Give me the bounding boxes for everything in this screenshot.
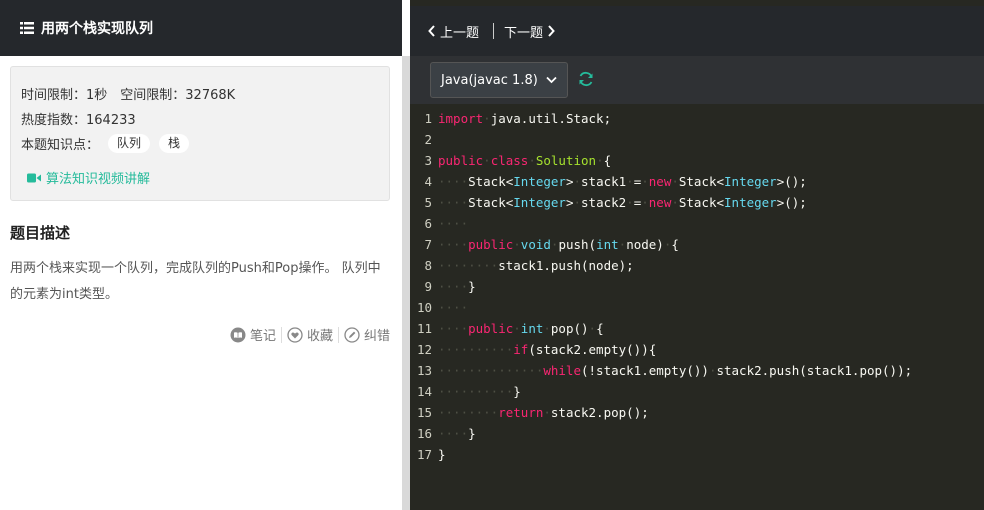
line-number: 11 (416, 321, 432, 336)
limits-row: 时间限制：1秒 空间限制：32768K (21, 81, 389, 106)
line-number: 17 (416, 447, 432, 462)
line-number: 14 (416, 384, 432, 399)
code-line: 10 ···· (410, 297, 984, 318)
code-line: 14 ··········} (410, 381, 984, 402)
panel-divider-scrollbar[interactable] (402, 56, 410, 510)
line-number: 2 (424, 132, 432, 147)
problem-actions: 笔记 收藏 纠错 (230, 325, 390, 344)
language-value: Java(javac 1.8) (441, 72, 538, 88)
line-number: 9 (424, 279, 432, 294)
language-select[interactable]: Java(javac 1.8) (430, 62, 568, 98)
report-error-button[interactable]: 纠错 (344, 325, 390, 344)
space-limit: 空间限制：32768K (120, 88, 236, 103)
chevron-left-icon (428, 25, 435, 37)
line-number: 8 (424, 258, 432, 273)
line-number: 16 (416, 426, 432, 441)
code-line: 17} (410, 444, 984, 465)
code-line: 13 ··············while(!stack1.empty())·s… (410, 360, 984, 381)
book-icon (230, 327, 246, 342)
description-title: 题目描述 (10, 224, 71, 242)
code-line: 5 ····Stack<Integer>·stack2·=·new·Stack<I… (410, 192, 984, 213)
problem-header: 用两个栈实现队列 (0, 0, 402, 56)
tag-stack[interactable]: 栈 (159, 134, 190, 153)
code-line: 1 import·java.util.Stack; (410, 108, 984, 129)
line-number: 7 (424, 237, 432, 252)
line-number: 13 (416, 363, 432, 378)
chevron-right-icon (548, 25, 555, 37)
line-number: 6 (424, 216, 432, 231)
tag-queue[interactable]: 队列 (108, 134, 151, 153)
line-number: 5 (424, 195, 432, 210)
code-line: 4 ····Stack<Integer>·stack1·=·new·Stack<I… (410, 171, 984, 192)
heat-index: 热度指数：164233 (21, 113, 136, 128)
code-line: 9 ····} (410, 276, 984, 297)
line-number: 4 (424, 174, 432, 189)
report-error-label: 纠错 (363, 329, 390, 344)
pencil-icon (344, 326, 360, 343)
line-number: 3 (424, 153, 432, 168)
code-line: 16 ····} (410, 423, 984, 444)
next-problem-button[interactable]: 下一题 (504, 22, 555, 41)
note-label: 笔记 (249, 329, 276, 344)
code-line: 11 ····public·int·pop()·{ (410, 318, 984, 339)
line-number: 10 (416, 300, 432, 315)
problem-info-box: 时间限制：1秒 空间限制：32768K 热度指数：164233 本题知识点： 队… (10, 66, 390, 201)
knowledge-label: 本题知识点： (21, 138, 100, 153)
code-line: 7 ····public·void·push(int·node)·{ (410, 234, 984, 255)
code-line: 3 public·class·Solution·{ (410, 150, 984, 171)
code-editor[interactable]: 1 import·java.util.Stack; 2 3 public·class… (410, 108, 984, 465)
problem-panel: 用两个栈实现队列 时间限制：1秒 空间限制：32768K 热度指数：164233… (0, 0, 402, 510)
refresh-icon[interactable] (577, 70, 595, 88)
editor-panel: 上一题 下一题 Java(javac 1.8) 1 import·java.uti… (410, 0, 984, 510)
knowledge-row: 本题知识点： 队列 栈 (21, 131, 389, 156)
line-number: 15 (416, 405, 432, 420)
code-line: 8 ········stack1.push(node); (410, 255, 984, 276)
video-lecture-link[interactable]: 算法知识视频讲解 (21, 168, 389, 187)
editor-toolbar: Java(javac 1.8) (410, 56, 984, 104)
note-button[interactable]: 笔记 (230, 325, 276, 344)
problem-title: 用两个栈实现队列 (41, 21, 153, 37)
code-line: 15 ········return·stack2.pop(); (410, 402, 984, 423)
code-line: 6 ···· (410, 213, 984, 234)
video-lecture-label: 算法知识视频讲解 (46, 172, 151, 187)
prev-problem-label: 上一题 (440, 25, 480, 41)
list-icon (20, 22, 34, 34)
code-line: 12 ··········if(stack2.empty()){ (410, 339, 984, 360)
chevron-down-icon (546, 76, 557, 84)
favorite-label: 收藏 (306, 329, 333, 344)
heat-row: 热度指数：164233 (21, 106, 389, 131)
next-problem-label: 下一题 (504, 25, 544, 41)
heart-icon (287, 326, 303, 343)
problem-navigation: 上一题 下一题 (410, 6, 984, 56)
prev-problem-button[interactable]: 上一题 (428, 22, 479, 41)
description-text: 用两个栈来实现一个队列，完成队列的Push和Pop操作。 队列中的元素为int类… (10, 261, 381, 302)
favorite-button[interactable]: 收藏 (287, 325, 333, 344)
line-number: 12 (416, 342, 432, 357)
line-number: 1 (424, 111, 432, 126)
video-camera-icon (27, 173, 41, 182)
code-line: 2 (410, 129, 984, 150)
time-limit: 时间限制：1秒 (21, 88, 108, 103)
